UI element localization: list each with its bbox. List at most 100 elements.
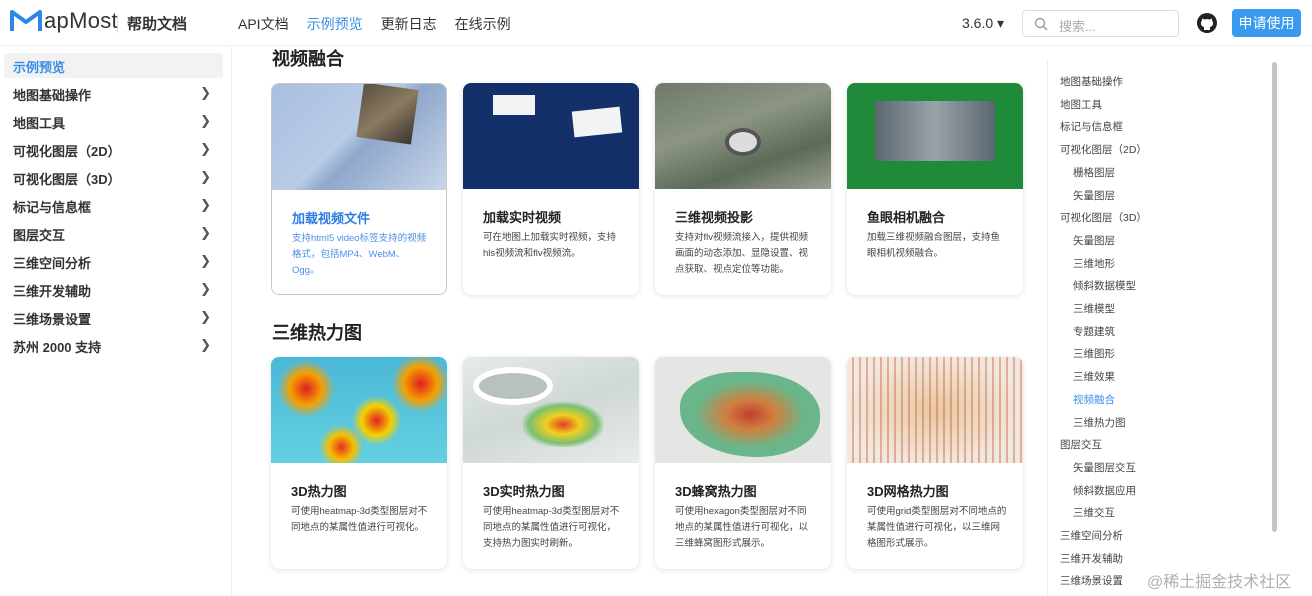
card-title: 加载视频文件 — [292, 211, 371, 226]
sidebar-item-label: 三维开发辅助 — [13, 284, 92, 299]
version-label: 3.6.0 — [962, 15, 994, 31]
sidebar-item-map-tools[interactable]: 地图工具 ❯ — [4, 109, 223, 134]
mapmost-logo-icon — [10, 10, 42, 31]
sidebar-item-3d-scene[interactable]: 三维场景设置 ❯ — [4, 305, 223, 330]
example-card[interactable]: 加载视频文件 支持html5 video标签支持的视频格式，包括MP4、WebM… — [271, 83, 447, 295]
toc-item[interactable]: 三维场景设置 — [1060, 573, 1123, 588]
sidebar-item-basic-ops[interactable]: 地图基础操作 ❯ — [4, 81, 223, 106]
card-title: 加载实时视频 — [483, 210, 562, 225]
logo[interactable]: apMost — [9, 8, 118, 34]
card-thumbnail — [847, 357, 1023, 463]
toc-item[interactable]: 地图工具 — [1060, 97, 1102, 112]
toc-item[interactable]: 三维图形 — [1073, 346, 1115, 361]
sidebar-item-layers-2d[interactable]: 可视化图层（2D） ❯ — [4, 137, 223, 162]
card-title: 3D网格热力图 — [867, 484, 949, 499]
toc-item[interactable]: 三维效果 — [1073, 369, 1115, 384]
card-thumbnail — [655, 83, 831, 189]
toc-item[interactable]: 地图基础操作 — [1060, 74, 1123, 89]
sidebar-item-label: 标记与信息框 — [13, 200, 92, 215]
sidebar-item-3d-analysis[interactable]: 三维空间分析 ❯ — [4, 249, 223, 274]
top-header: apMost 帮助文档 API文档 示例预览 更新日志 在线示例 3.6.0 ▾… — [0, 0, 1312, 46]
card-thumbnail — [847, 83, 1023, 189]
toc-item[interactable]: 三维交互 — [1073, 505, 1115, 520]
sidebar-item-layers-3d[interactable]: 可视化图层（3D） ❯ — [4, 165, 223, 190]
toc-item[interactable]: 视频融合 — [1073, 392, 1115, 407]
toc-item[interactable]: 专题建筑 — [1073, 324, 1115, 339]
toc-item[interactable]: 倾斜数据应用 — [1073, 483, 1136, 498]
sidebar-item-label: 三维场景设置 — [13, 312, 92, 327]
example-card[interactable]: 加载实时视频 可在地图上加载实时视频，支持hls视频流和flv视频流。 — [463, 83, 639, 295]
caret-down-icon: ▾ — [997, 15, 1005, 31]
toc-item[interactable]: 三维空间分析 — [1060, 528, 1123, 543]
toc-item[interactable]: 可视化图层（2D） — [1060, 142, 1147, 157]
card-description: 可使用heatmap-3d类型图层对不同地点的某属性值进行可视化。 — [291, 506, 428, 533]
toc-item[interactable]: 倾斜数据模型 — [1073, 278, 1136, 293]
sidebar-item-label: 可视化图层（2D） — [13, 144, 121, 159]
sidebar-item-examples[interactable]: 示例预览 — [4, 53, 223, 78]
card-description: 支持对flv视频流接入，提供视频画面的动态添加、显隐设置、视点获取、视点定位等功… — [675, 232, 809, 275]
toc-item[interactable]: 三维开发辅助 — [1060, 551, 1123, 566]
card-thumbnail — [463, 83, 639, 189]
card-thumbnail — [655, 357, 831, 463]
version-select[interactable]: 3.6.0 ▾ — [962, 15, 1004, 32]
example-card[interactable]: 3D蜂窝热力图 可使用hexagon类型图层对不同地点的某属性值进行可视化，以三… — [655, 357, 831, 569]
toc-item[interactable]: 三维模型 — [1073, 301, 1115, 316]
card-title: 3D蜂窝热力图 — [675, 484, 757, 499]
example-card[interactable]: 3D热力图 可使用heatmap-3d类型图层对不同地点的某属性值进行可视化。 — [271, 357, 447, 569]
sidebar-item-label: 可视化图层（3D） — [13, 172, 121, 187]
table-of-contents: 地图基础操作 地图工具 标记与信息框 可视化图层（2D） 栅格图层 矢量图层 可视化图层（3… — [1047, 60, 1267, 596]
scrollbar[interactable] — [1272, 62, 1277, 532]
toc-item[interactable]: 矢量图层 — [1073, 233, 1115, 248]
toc-item[interactable]: 矢量图层 — [1073, 188, 1115, 203]
nav-api-docs[interactable]: API文档 — [238, 14, 289, 34]
card-title: 鱼眼相机融合 — [867, 210, 946, 225]
nav-online-examples[interactable]: 在线示例 — [455, 14, 511, 34]
logo-divider — [117, 15, 118, 33]
card-thumbnail — [271, 357, 447, 463]
github-icon[interactable] — [1197, 13, 1217, 33]
watermark: @稀土掘金技术社区 — [1147, 574, 1292, 591]
toc-item[interactable]: 图层交互 — [1060, 437, 1102, 452]
apply-button[interactable]: 申请使用 — [1232, 9, 1301, 37]
sidebar-item-label: 地图基础操作 — [13, 88, 92, 103]
search-icon — [1034, 17, 1048, 31]
top-nav: API文档 示例预览 更新日志 在线示例 — [238, 14, 511, 34]
toc-item[interactable]: 栅格图层 — [1073, 165, 1115, 180]
toc-item[interactable]: 三维热力图 — [1073, 415, 1126, 430]
card-thumbnail — [463, 357, 639, 463]
sidebar-item-3d-dev[interactable]: 三维开发辅助 ❯ — [4, 277, 223, 302]
logo-text: apMost — [44, 8, 118, 33]
example-card[interactable]: 3D网格热力图 可使用grid类型图层对不同地点的某属性值进行可视化，以三维网格… — [847, 357, 1023, 569]
toc-item[interactable]: 矢量图层交互 — [1073, 460, 1136, 475]
toc-item[interactable]: 可视化图层（3D） — [1060, 210, 1147, 225]
sidebar-item-markers[interactable]: 标记与信息框 ❯ — [4, 193, 223, 218]
site-subtitle: 帮助文档 — [127, 16, 188, 33]
chevron-right-icon: ❯ — [200, 309, 211, 324]
search-input[interactable]: 搜索... — [1022, 10, 1179, 37]
toc-item[interactable]: 三维地形 — [1073, 256, 1115, 271]
chevron-right-icon: ❯ — [200, 85, 211, 100]
section-title-video-fusion: 视频融合 — [272, 49, 344, 69]
example-card[interactable]: 3D实时热力图 可使用heatmap-3d类型图层对不同地点的某属性值进行可视化… — [463, 357, 639, 569]
nav-examples[interactable]: 示例预览 — [307, 14, 363, 34]
example-card[interactable]: 三维视频投影 支持对flv视频流接入，提供视频画面的动态添加、显隐设置、视点获取… — [655, 83, 831, 295]
sidebar-item-label: 图层交互 — [13, 228, 66, 243]
card-title: 3D实时热力图 — [483, 484, 565, 499]
card-thumbnail — [272, 84, 446, 190]
card-description: 可使用heatmap-3d类型图层对不同地点的某属性值进行可视化，支持热力图实时… — [483, 506, 620, 549]
chevron-right-icon: ❯ — [200, 225, 211, 240]
toc-item[interactable]: 标记与信息框 — [1060, 119, 1123, 134]
sidebar-item-layer-interaction[interactable]: 图层交互 ❯ — [4, 221, 223, 246]
card-description: 支持html5 video标签支持的视频格式，包括MP4、WebM、Ogg。 — [292, 233, 427, 276]
section-title-3d-heatmap: 三维热力图 — [272, 323, 362, 343]
sidebar-item-label: 苏州 2000 支持 — [13, 340, 102, 355]
sidebar: 示例预览 地图基础操作 ❯ 地图工具 ❯ 可视化图层（2D） ❯ 可视化图层（3D） ❯… — [0, 47, 232, 596]
card-title: 3D热力图 — [291, 484, 347, 499]
chevron-right-icon: ❯ — [200, 169, 211, 184]
example-card[interactable]: 鱼眼相机融合 加载三维视频融合图层，支持鱼眼相机视频融合。 — [847, 83, 1023, 295]
nav-changelog[interactable]: 更新日志 — [381, 14, 437, 34]
chevron-right-icon: ❯ — [200, 281, 211, 296]
chevron-right-icon: ❯ — [200, 337, 211, 352]
chevron-right-icon: ❯ — [200, 113, 211, 128]
sidebar-item-suzhou2000[interactable]: 苏州 2000 支持 ❯ — [4, 333, 223, 358]
